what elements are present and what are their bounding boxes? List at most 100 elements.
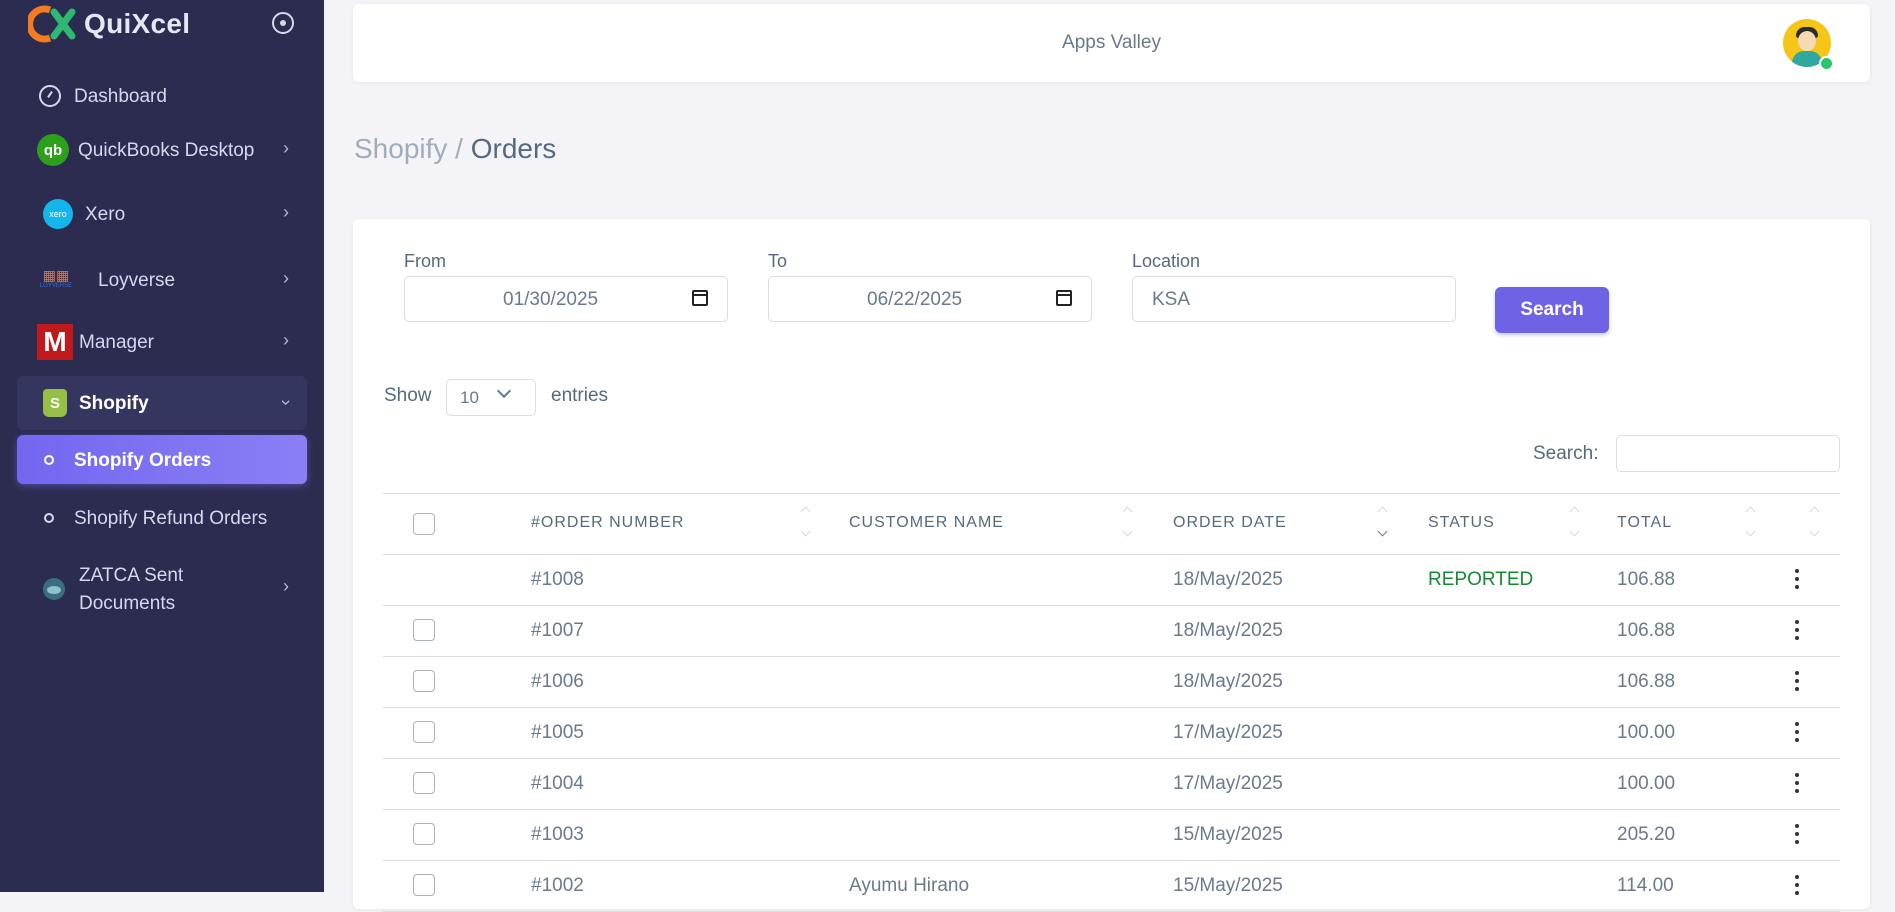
zatca-icon: [43, 578, 65, 600]
sort-icon[interactable]: [1810, 506, 1820, 540]
more-actions-icon[interactable]: [1794, 620, 1800, 642]
more-actions-icon[interactable]: [1794, 824, 1800, 846]
submenu-dot-icon: [44, 455, 54, 465]
sort-icon[interactable]: [1746, 506, 1756, 540]
table-row[interactable]: #1004 17/May/2025 100.00: [383, 759, 1840, 810]
table-search-label: Search:: [1533, 443, 1599, 464]
column-header-status[interactable]: STATUS: [1428, 514, 1495, 532]
sidebar-item-shopify[interactable]: S Shopify ›: [17, 376, 307, 430]
xero-icon: xero: [43, 199, 73, 229]
table-header: #ORDER NUMBER CUSTOMER NAME ORDER DATE S…: [383, 493, 1840, 555]
table-row[interactable]: #1002 Ayumu Hirano 15/May/2025 114.00: [383, 861, 1840, 912]
show-label: Show: [384, 385, 432, 406]
more-actions-icon[interactable]: [1794, 722, 1800, 744]
row-checkbox[interactable]: [413, 619, 435, 641]
loyverse-icon: ▦▦ LOYVERSE: [39, 267, 73, 289]
column-header-order-date[interactable]: ORDER DATE: [1173, 514, 1287, 532]
calendar-icon[interactable]: [1056, 290, 1072, 306]
order-total: 114.00: [1617, 875, 1674, 896]
table-row[interactable]: #1006 18/May/2025 106.88: [383, 657, 1840, 708]
order-date: 15/May/2025: [1173, 824, 1283, 845]
collapse-sidebar-icon[interactable]: [272, 12, 294, 34]
order-total: 205.20: [1617, 824, 1676, 845]
chevron-right-icon: ›: [283, 202, 289, 222]
sidebar-item-label: QuickBooks Desktop: [78, 140, 255, 161]
order-date: 18/May/2025: [1173, 569, 1283, 590]
order-total: 106.88: [1617, 569, 1676, 590]
chevron-down-icon: [496, 383, 512, 399]
sort-desc-icon[interactable]: [1378, 506, 1388, 540]
sidebar-item-quickbooks[interactable]: qb QuickBooks Desktop ›: [17, 128, 307, 172]
table-row[interactable]: #1007 18/May/2025 106.88: [383, 606, 1840, 657]
status-badge: REPORTED: [1428, 569, 1534, 590]
search-button[interactable]: Search: [1495, 287, 1609, 333]
company-name: Apps Valley: [1062, 32, 1161, 53]
order-date: 18/May/2025: [1173, 620, 1283, 641]
sidebar-item-shopify-refund-orders[interactable]: Shopify Refund Orders: [17, 494, 307, 542]
order-total: 100.00: [1617, 722, 1676, 743]
more-actions-icon[interactable]: [1794, 773, 1800, 795]
order-number[interactable]: #1002: [531, 875, 584, 897]
order-number[interactable]: #1007: [531, 620, 584, 642]
online-status-badge: [1819, 56, 1834, 71]
order-number[interactable]: #1004: [531, 773, 584, 795]
more-actions-icon[interactable]: [1794, 569, 1800, 591]
location-input[interactable]: KSA: [1132, 276, 1456, 322]
table-row[interactable]: #1003 15/May/2025 205.20: [383, 810, 1840, 861]
sort-icon[interactable]: [801, 506, 811, 540]
brand[interactable]: QuiXcel: [28, 4, 190, 44]
column-header-total[interactable]: TOTAL: [1617, 514, 1672, 532]
row-checkbox[interactable]: [413, 670, 435, 692]
chevron-right-icon: ›: [283, 576, 289, 596]
order-date: 18/May/2025: [1173, 671, 1283, 692]
to-date-input[interactable]: 06/22/2025: [768, 276, 1092, 322]
from-date-input[interactable]: 01/30/2025: [404, 276, 728, 322]
sidebar-item-loyverse[interactable]: ▦▦ LOYVERSE Loyverse ›: [17, 258, 307, 302]
sidebar-item-label: Xero: [85, 204, 126, 225]
quixcel-logo-icon: [28, 5, 76, 43]
row-checkbox[interactable]: [413, 772, 435, 794]
order-date: 15/May/2025: [1173, 875, 1283, 896]
column-header-customer-name[interactable]: CUSTOMER NAME: [849, 514, 1004, 532]
more-actions-icon[interactable]: [1794, 671, 1800, 693]
page-size-select[interactable]: 10: [446, 379, 536, 416]
sidebar-item-manager[interactable]: M Manager ›: [17, 320, 307, 364]
to-label: To: [768, 251, 788, 271]
entries-label: entries: [551, 385, 609, 406]
order-total: 106.88: [1617, 671, 1676, 692]
order-date: 17/May/2025: [1173, 722, 1283, 743]
row-checkbox[interactable]: [413, 823, 435, 845]
sort-icon[interactable]: [1123, 506, 1133, 540]
order-number[interactable]: #1006: [531, 671, 584, 693]
orders-table: #ORDER NUMBER CUSTOMER NAME ORDER DATE S…: [383, 493, 1840, 912]
sidebar-item-xero[interactable]: xero Xero ›: [17, 192, 307, 236]
row-checkbox[interactable]: [413, 721, 435, 743]
location-label: Location: [1132, 251, 1201, 271]
chevron-right-icon: ›: [283, 138, 289, 158]
sidebar: QuiXcel Dashboard qb QuickBooks Desktop …: [0, 0, 324, 892]
sort-icon[interactable]: [1570, 506, 1580, 540]
breadcrumb-parent[interactable]: Shopify /: [354, 133, 463, 164]
order-number[interactable]: #1003: [531, 824, 584, 846]
column-header-order-number[interactable]: #ORDER NUMBER: [531, 514, 684, 532]
order-date: 17/May/2025: [1173, 773, 1283, 794]
select-all-checkbox[interactable]: [413, 513, 435, 535]
breadcrumb: Shopify / Orders: [354, 133, 556, 165]
submenu-dot-icon: [44, 513, 54, 523]
calendar-icon[interactable]: [692, 290, 708, 306]
sidebar-item-dashboard[interactable]: Dashboard: [17, 78, 307, 114]
sidebar-item-label: Loyverse: [98, 270, 176, 291]
order-number[interactable]: #1005: [531, 722, 584, 744]
top-navbar: Apps Valley: [353, 4, 1870, 82]
sidebar-item-zatca[interactable]: ZATCA Sent Documents ›: [17, 558, 307, 620]
sidebar-item-label: Shopify Refund Orders: [74, 508, 268, 529]
sidebar-item-shopify-orders[interactable]: Shopify Orders: [17, 435, 307, 484]
table-row[interactable]: #1008 18/May/2025 REPORTED 106.88: [383, 555, 1840, 606]
table-row[interactable]: #1005 17/May/2025 100.00: [383, 708, 1840, 759]
order-number[interactable]: #1008: [531, 569, 584, 591]
sidebar-item-label: Dashboard: [74, 86, 167, 107]
more-actions-icon[interactable]: [1794, 875, 1800, 897]
row-checkbox[interactable]: [413, 874, 435, 896]
chevron-down-icon: ›: [276, 399, 297, 406]
table-search-input[interactable]: [1616, 435, 1840, 472]
